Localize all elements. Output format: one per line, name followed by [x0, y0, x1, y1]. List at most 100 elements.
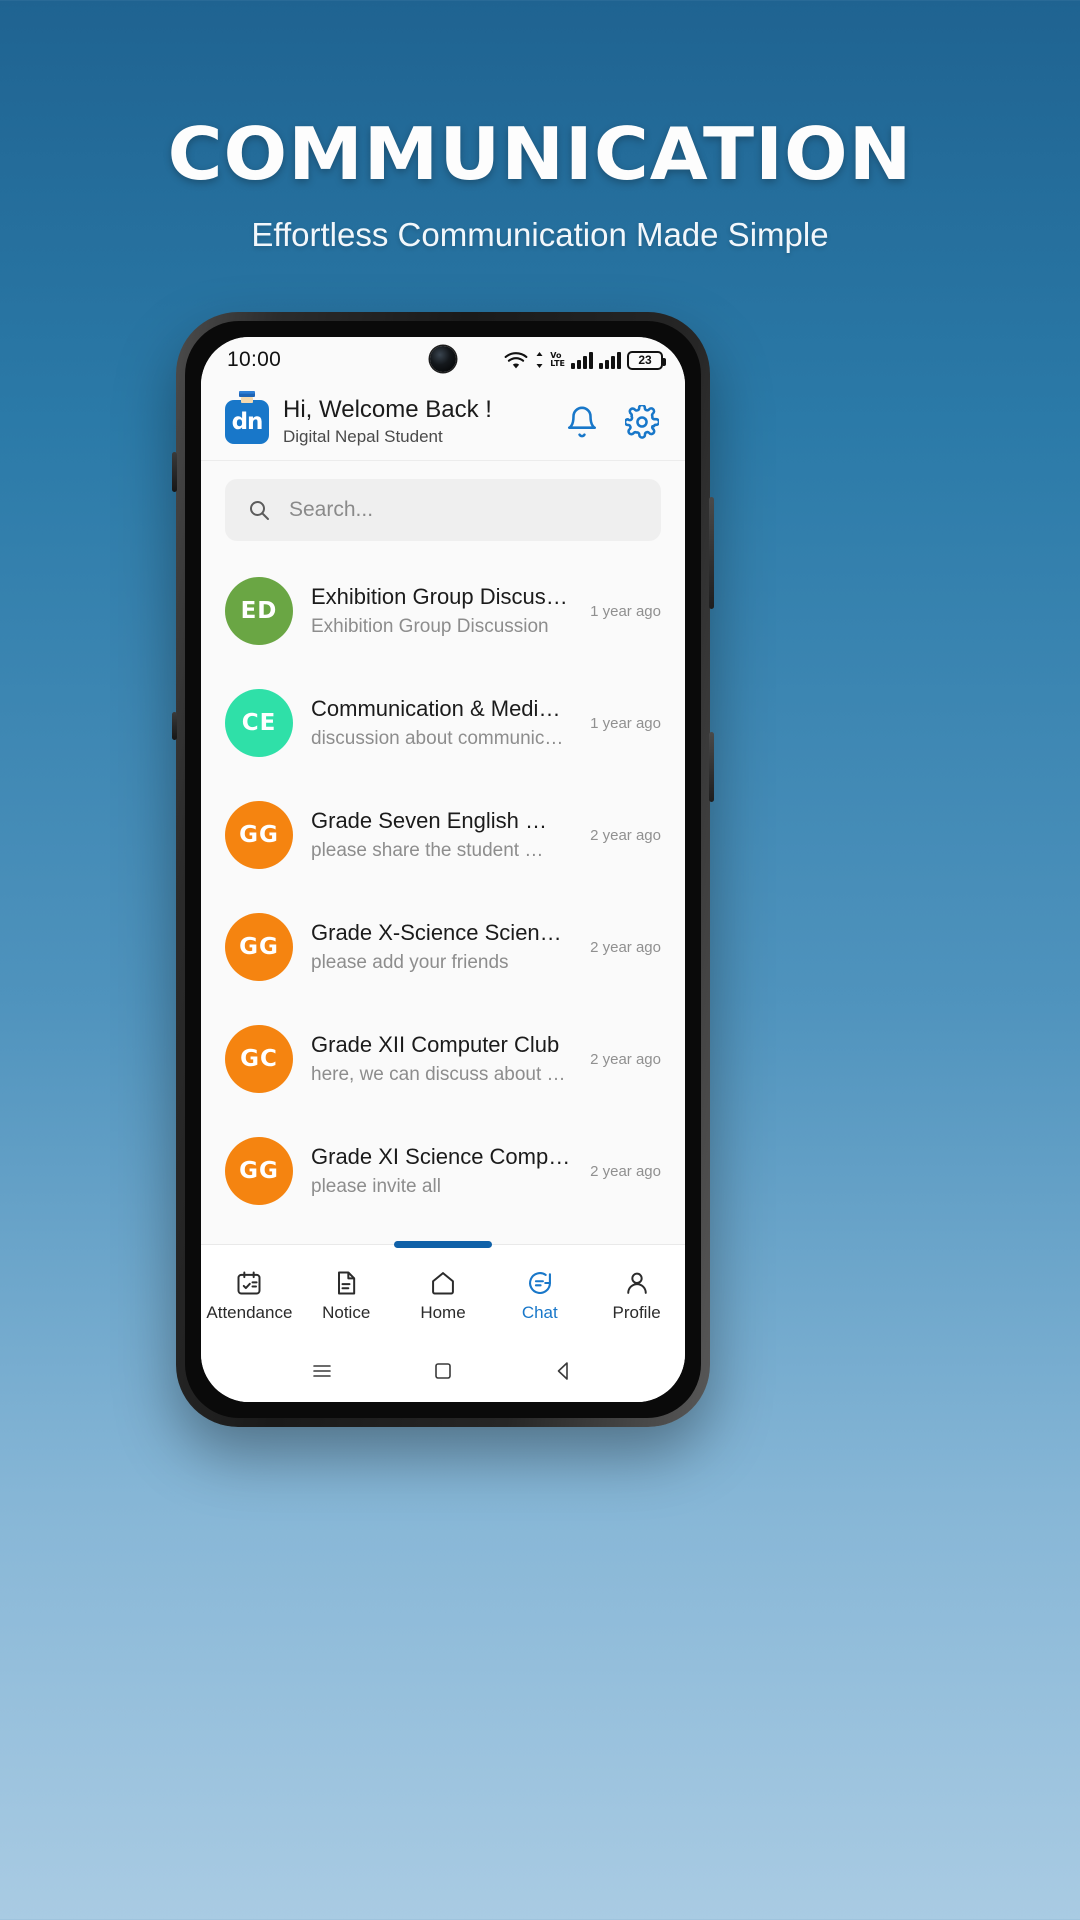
avatar: GG [225, 1137, 293, 1205]
app-logo-text: dn [231, 408, 264, 435]
search-input[interactable]: Search... [225, 479, 661, 541]
attendance-icon [237, 1271, 261, 1294]
chat-text-block: Grade X-Science Science … please add you… [311, 920, 572, 974]
avatar: ED [225, 577, 293, 645]
phone-mockup: 10:00 Vo LTE 23 dn Hi, Welcome Back ! Di… [172, 312, 714, 1427]
avatar: GG [225, 801, 293, 869]
chat-preview-message: please invite all [311, 1176, 441, 1198]
phone-screen: 10:00 Vo LTE 23 dn Hi, Welcome Back ! Di… [201, 337, 685, 1402]
tab-label: Attendance [206, 1302, 293, 1322]
wifi-icon [504, 351, 528, 368]
volte-badge: Vo LTE [550, 352, 565, 368]
graduate-cap-icon [239, 390, 255, 403]
chat-timestamp: 1 year ago [590, 714, 661, 732]
promo-subtitle: Effortless Communication Made Simple [251, 216, 829, 253]
gear-icon[interactable] [625, 404, 659, 439]
chat-text-block: Exhibition Group Discussion Exhibition G… [311, 584, 572, 638]
tab-attendance[interactable]: Attendance [201, 1269, 298, 1323]
tab-home[interactable]: Home [395, 1269, 492, 1323]
power-button[interactable] [709, 732, 714, 802]
avatar-initials: GG [239, 1158, 279, 1184]
tab-label: Home [420, 1302, 466, 1322]
promo-title: COMMUNICATION [167, 112, 913, 196]
volume-button[interactable] [709, 497, 714, 609]
chat-title: Grade XI Science Computer … [311, 1143, 572, 1169]
phone-body: 10:00 Vo LTE 23 dn Hi, Welcome Back ! Di… [172, 312, 714, 1427]
avatar: CE [225, 689, 293, 757]
chat-title: Communication & Media … [311, 695, 573, 721]
avatar-initials: CE [241, 710, 277, 736]
chat-timestamp: 2 year ago [590, 1162, 661, 1180]
phone-bezel: 10:00 Vo LTE 23 dn Hi, Welcome Back ! Di… [185, 321, 701, 1418]
chat-list[interactable]: ED Exhibition Group Discussion Exhibitio… [201, 555, 685, 1244]
app-header: dn Hi, Welcome Back ! Digital Nepal Stud… [201, 383, 685, 461]
battery-level: 23 [638, 353, 652, 367]
avatar-initials: ED [240, 598, 278, 624]
chat-preview-message: please add your friends [311, 952, 509, 974]
chat-text-block: Grade XII Computer Club here, we can dis… [311, 1032, 572, 1086]
chat-title: Exhibition Group Discussion [311, 583, 573, 609]
search-placeholder: Search... [289, 498, 374, 521]
welcome-title: Hi, Welcome Back ! [283, 396, 492, 424]
chat-list-item[interactable]: GC Grade XII Computer Club here, we can … [201, 1003, 685, 1115]
person-icon [626, 1272, 647, 1294]
tab-label: Notice [322, 1302, 371, 1322]
chat-preview-message: here, we can discuss about p.lang [311, 1064, 573, 1086]
chat-text-block: Grade Seven English … please share the s… [311, 808, 572, 862]
chat-list-item[interactable]: GG Grade XI Science Computer … please in… [201, 1115, 685, 1227]
avatar: GC [225, 1025, 293, 1093]
header-text-block: Hi, Welcome Back ! Digital Nepal Student [283, 396, 551, 447]
bell-icon[interactable] [565, 405, 599, 439]
signal-bars-sim1-icon [571, 351, 593, 369]
chat-list-item[interactable]: CE Communication & Media … discussion ab… [201, 667, 685, 779]
chat-timestamp: 2 year ago [590, 938, 661, 956]
chat-title: Grade XII Computer Club [311, 1031, 560, 1057]
left-button-lower[interactable] [172, 712, 177, 740]
signal-bars-sim2-icon [599, 351, 621, 369]
chat-timestamp: 1 year ago [590, 602, 661, 620]
avatar-initials: GG [239, 934, 279, 960]
chat-timestamp: 2 year ago [590, 1050, 661, 1068]
status-bar: 10:00 Vo LTE 23 [201, 337, 685, 383]
chat-timestamp: 2 year ago [590, 826, 661, 844]
left-button-upper[interactable] [172, 452, 177, 492]
chat-list-item[interactable]: GG Grade X-Science Science … please add … [201, 891, 685, 1003]
bottom-navigation-bar: Attendance Notice Home Chat Profile [201, 1241, 685, 1340]
home-icon [432, 1271, 454, 1294]
chat-title: Grade X-Science Science … [311, 919, 573, 945]
app-logo: dn [225, 390, 269, 444]
promo-banner: COMMUNICATION Effortless Communication M… [0, 0, 1080, 254]
square-home-icon[interactable] [431, 1359, 455, 1383]
active-tab-indicator [394, 1241, 492, 1248]
tab-label: Profile [612, 1302, 661, 1322]
triangle-back-icon[interactable] [552, 1359, 576, 1383]
notice-document-icon [338, 1271, 356, 1294]
search-icon [250, 501, 269, 520]
user-role-subtitle: Digital Nepal Student [283, 426, 443, 446]
avatar-initials: GG [239, 822, 279, 848]
chat-text-block: Grade XI Science Computer … please invit… [311, 1144, 572, 1198]
tab-label: Chat [521, 1302, 558, 1322]
avatar-initials: GC [240, 1046, 278, 1072]
wifi-transfer-arrows-icon [536, 352, 543, 368]
avatar: GG [225, 913, 293, 981]
chat-list-item[interactable]: ED Exhibition Group Discussion Exhibitio… [201, 555, 685, 667]
chat-text-block: Communication & Media … discussion about… [311, 696, 572, 750]
android-system-nav [201, 1340, 685, 1402]
chat-preview-message: Exhibition Group Discussion [311, 616, 549, 638]
chat-preview-message: discussion about communication [311, 728, 573, 750]
tab-notice[interactable]: Notice [298, 1269, 395, 1323]
chat-preview-message: please share the student … [311, 840, 544, 862]
chat-list-item[interactable]: GG Grade Seven English … please share th… [201, 779, 685, 891]
volte-line-2: LTE [550, 359, 565, 368]
status-icons: Vo LTE 23 [503, 350, 666, 370]
status-time: 10:00 [227, 348, 282, 371]
chat-title: Grade Seven English … [311, 807, 548, 833]
chat-bubble-icon [528, 1271, 551, 1294]
tab-chat[interactable]: Chat [491, 1269, 588, 1323]
search-section: Search... [201, 461, 685, 555]
hamburger-menu-icon[interactable] [310, 1359, 334, 1383]
front-camera-punch-hole [430, 346, 456, 372]
tab-profile[interactable]: Profile [588, 1269, 685, 1323]
battery-icon: 23 [627, 350, 666, 370]
